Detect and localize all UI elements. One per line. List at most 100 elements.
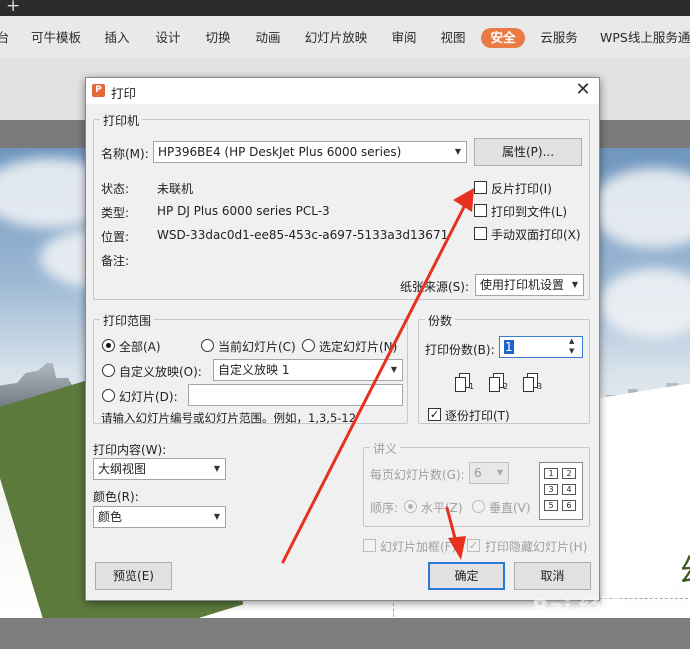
location-value: WSD-33dac0d1-ee85-453c-a697-5133a3d13671	[157, 228, 449, 242]
range-selected-label[interactable]: 选定幻灯片(N)	[319, 338, 407, 355]
print-hidden-label[interactable]: 打印隐藏幻灯片(H)	[485, 538, 587, 555]
color-value: 颜色	[98, 510, 123, 524]
chevron-down-icon: ▼	[496, 468, 503, 477]
copies-count-value: 1	[504, 340, 514, 354]
order-horizontal-radio[interactable]	[404, 500, 417, 513]
new-tab-icon[interactable]: +	[6, 0, 20, 16]
chevron-down-icon: ▼	[213, 464, 220, 473]
print-to-file-checkbox[interactable]	[474, 204, 487, 217]
layout-cell: 6	[562, 500, 576, 511]
page-number: 2	[503, 382, 509, 391]
manual-duplex-checkbox[interactable]	[474, 227, 487, 240]
print-content-select[interactable]: 大纲视图 ▼	[93, 458, 226, 480]
range-custom-label[interactable]: 自定义放映(O):	[119, 363, 202, 380]
range-current-label[interactable]: 当前幻灯片(C)	[218, 338, 296, 355]
collate-label[interactable]: 逐份打印(T)	[445, 407, 510, 424]
range-current-radio[interactable]	[201, 339, 214, 352]
ribbon-tabs: 台 可牛模板 插入 设计 切换 动画 幻灯片放映 审阅 视图 安全 云服务 WP…	[0, 16, 690, 58]
printer-name-select[interactable]: HP396BE4 (HP DeskJet Plus 6000 series) ▼	[153, 141, 467, 163]
reverse-print-label[interactable]: 反片打印(I)	[491, 180, 552, 197]
tab-animation[interactable]: 动画	[253, 28, 283, 48]
tab-design[interactable]: 设计	[153, 28, 183, 48]
printer-name-value: HP396BE4 (HP DeskJet Plus 6000 series)	[158, 145, 402, 159]
window-titlebar: +	[0, 0, 690, 16]
range-slides-label[interactable]: 幻灯片(D):	[119, 388, 178, 405]
color-select[interactable]: 颜色 ▼	[93, 506, 226, 528]
type-value: HP DJ Plus 6000 series PCL-3	[157, 204, 330, 218]
print-to-file-label[interactable]: 打印到文件(L)	[491, 203, 567, 220]
tab-wps-online[interactable]: WPS线上服务通	[600, 28, 690, 48]
tab-insert[interactable]: 插入	[102, 28, 132, 48]
print-range-group: 打印范围 全部(A) 当前幻灯片(C) 选定幻灯片(N) 自定义放映(O): 自…	[93, 312, 408, 425]
chevron-down-icon: ▼	[213, 512, 220, 521]
reverse-print-checkbox[interactable]	[474, 181, 487, 194]
manual-duplex-label[interactable]: 手动双面打印(X)	[491, 226, 581, 243]
layout-cell: 4	[562, 484, 576, 495]
spinner-down-icon[interactable]: ▼	[569, 347, 574, 356]
order-label: 顺序:	[370, 501, 399, 515]
preview-button[interactable]: 预览(E)	[95, 562, 172, 590]
tab-slideshow[interactable]: 幻灯片放映	[303, 28, 369, 48]
page-number: 3	[537, 382, 543, 391]
wps-presentation-icon: P	[92, 84, 105, 97]
order-vertical-radio[interactable]	[472, 500, 485, 513]
tab-template[interactable]: 可牛模板	[30, 28, 82, 48]
cloud-shape	[590, 168, 690, 248]
layout-cell: 5	[544, 500, 558, 511]
chevron-down-icon: ▼	[390, 365, 397, 374]
per-page-value: 6	[474, 466, 482, 480]
frame-slides-label[interactable]: 幻灯片加框(F)	[380, 538, 456, 555]
close-icon[interactable]: ✕	[572, 80, 594, 102]
custom-show-select[interactable]: 自定义放映 1 ▼	[213, 359, 403, 381]
copies-group-title: 份数	[425, 312, 456, 329]
tab-view[interactable]: 视图	[438, 28, 468, 48]
page-icon	[489, 377, 500, 392]
range-all-label[interactable]: 全部(A)	[119, 338, 161, 355]
order-vertical-label[interactable]: 垂直(V)	[489, 499, 531, 516]
printer-name-label: 名称(M):	[101, 147, 149, 161]
frame-slides-checkbox[interactable]	[363, 539, 376, 552]
status-value: 未联机	[157, 182, 194, 196]
range-slides-radio[interactable]	[102, 389, 115, 402]
baidu-watermark: Bai 经验	[532, 596, 623, 621]
comment-label: 备注:	[101, 254, 130, 268]
print-hidden-checkbox[interactable]: ✓	[467, 539, 480, 552]
range-selected-radio[interactable]	[302, 339, 315, 352]
slides-range-input[interactable]	[188, 384, 403, 406]
paper-source-select[interactable]: 使用打印机设置 ▼	[475, 274, 584, 296]
print-content-label: 打印内容(W):	[93, 443, 167, 457]
properties-button[interactable]: 属性(P)...	[474, 138, 582, 166]
paper-source-value: 使用打印机设置	[480, 278, 565, 292]
cancel-button[interactable]: 取消	[514, 562, 591, 590]
tab-partial[interactable]: 台	[0, 28, 10, 48]
chevron-down-icon: ▼	[571, 280, 578, 289]
spinner-up-icon[interactable]: ▲	[569, 337, 574, 346]
tab-review[interactable]: 审阅	[389, 28, 419, 48]
cloud-shape	[600, 268, 690, 338]
ok-button[interactable]: 确定	[428, 562, 505, 590]
tab-security[interactable]: 安全	[481, 28, 525, 48]
location-label: 位置:	[101, 230, 130, 244]
handout-layout-preview: 1 2 3 4 5 6	[539, 462, 583, 520]
page-number: 1	[469, 382, 475, 391]
print-content-value: 大纲视图	[98, 462, 147, 476]
tab-cloud[interactable]: 云服务	[538, 28, 580, 48]
type-label: 类型:	[101, 206, 130, 220]
paper-source-label: 纸张来源(S):	[400, 280, 470, 294]
collate-checkbox[interactable]: ✓	[428, 408, 441, 421]
handouts-group-title: 讲义	[370, 440, 401, 457]
range-custom-radio[interactable]	[102, 364, 115, 377]
page-icon	[523, 377, 534, 392]
order-horizontal-label[interactable]: 水平(Z)	[421, 499, 463, 516]
tab-transition[interactable]: 切换	[203, 28, 233, 48]
layout-cell: 3	[544, 484, 558, 495]
printer-group-title: 打印机	[100, 112, 143, 129]
dialog-titlebar: P 打印 ✕	[86, 78, 599, 104]
range-all-radio[interactable]	[102, 339, 115, 352]
dialog-title: 打印	[111, 86, 137, 101]
range-hint: 请输入幻灯片编号或幻灯片范围。例如，1,3,5-12	[101, 411, 357, 425]
page-icon	[455, 377, 466, 392]
printer-group: 打印机 名称(M): HP396BE4 (HP DeskJet Plus 600…	[93, 112, 590, 300]
copies-group: 份数 打印份数(B): 1 ▲ ▼ 1 2 3 ✓ 逐份打印(T)	[418, 312, 590, 424]
per-page-select[interactable]: 6 ▼	[469, 462, 509, 484]
